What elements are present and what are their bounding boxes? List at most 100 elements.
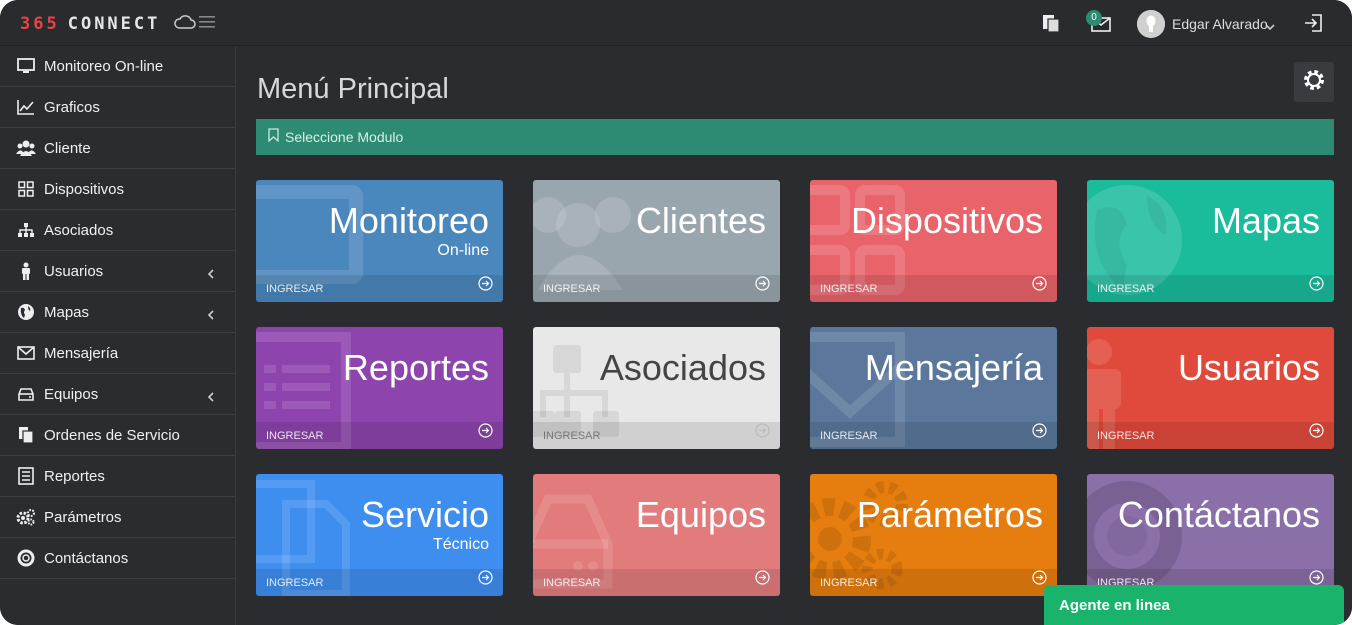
sidebar-item-ordenes[interactable]: Ordenes de Servicio bbox=[0, 415, 235, 456]
arrow-circle-right-icon[interactable] bbox=[1309, 423, 1324, 443]
tile-servicio[interactable]: Servicio Técnico INGRESAR bbox=[256, 474, 503, 596]
tile-footer[interactable]: INGRESAR bbox=[1087, 422, 1334, 449]
arrow-circle-right-icon[interactable] bbox=[1032, 423, 1047, 443]
sidebar-item-mapas[interactable]: Mapas bbox=[0, 292, 235, 333]
arrow-circle-right-icon[interactable] bbox=[478, 276, 493, 296]
avatar[interactable] bbox=[1137, 10, 1165, 38]
sidebar-item-label: Graficos bbox=[44, 98, 100, 116]
user-icon bbox=[16, 262, 36, 280]
tile-footer[interactable]: INGRESAR bbox=[256, 275, 503, 302]
sidebar-item-label: Reportes bbox=[44, 467, 105, 485]
sidebar-item-graficos[interactable]: Graficos bbox=[0, 87, 235, 128]
arrow-circle-right-icon[interactable] bbox=[1032, 276, 1047, 296]
sidebar-item-label: Mensajería bbox=[44, 344, 119, 362]
ingresar-link[interactable]: INGRESAR bbox=[1097, 430, 1154, 442]
sidebar-item-label: Equipos bbox=[44, 385, 99, 403]
ingresar-link[interactable]: INGRESAR bbox=[266, 283, 323, 295]
sidebar-item-label: Ordenes de Servicio bbox=[44, 426, 180, 444]
tile-mensajeria[interactable]: Mensajería INGRESAR bbox=[810, 327, 1057, 449]
tile-reportes[interactable]: Reportes INGRESAR bbox=[256, 327, 503, 449]
arrow-circle-right-icon[interactable] bbox=[755, 276, 770, 296]
ingresar-link[interactable]: INGRESAR bbox=[266, 577, 323, 589]
tile-title: Dispositivos bbox=[850, 200, 1043, 241]
tile-contactanos[interactable]: Contáctanos INGRESAR bbox=[1087, 474, 1334, 596]
tile-footer[interactable]: INGRESAR bbox=[533, 569, 780, 596]
message-count-badge: 0 bbox=[1086, 10, 1102, 26]
sidebar-item-label: Cliente bbox=[44, 139, 91, 157]
sidebar-item-mensajeria[interactable]: Mensajería bbox=[0, 333, 235, 374]
tile-parametros[interactable]: Parámetros INGRESAR bbox=[810, 474, 1057, 596]
cogs-icon bbox=[16, 508, 36, 526]
tile-equipos[interactable]: Equipos INGRESAR bbox=[533, 474, 780, 596]
arrow-circle-right-icon[interactable] bbox=[755, 423, 770, 443]
chevron-down-icon[interactable] bbox=[1265, 18, 1275, 36]
gear-icon bbox=[1301, 67, 1327, 98]
tile-footer[interactable]: INGRESAR bbox=[810, 569, 1057, 596]
arrow-circle-right-icon[interactable] bbox=[1309, 276, 1324, 296]
logo[interactable]: 365 CONNECT bbox=[20, 12, 197, 36]
tile-clientes[interactable]: Clientes INGRESAR bbox=[533, 180, 780, 302]
sidebar-item-usuarios[interactable]: Usuarios bbox=[0, 251, 235, 292]
module-select-bar: Seleccione Modulo bbox=[256, 119, 1334, 155]
logo-word: CONNECT bbox=[67, 14, 161, 34]
sidebar-item-label: Usuarios bbox=[44, 262, 104, 280]
sidebar-item-label: Dispositivos bbox=[44, 180, 125, 198]
sidebar-item-cliente[interactable]: Cliente bbox=[0, 128, 235, 169]
main-content: Menú Principal Seleccione Modulo Monitor… bbox=[236, 46, 1352, 625]
tile-asociados[interactable]: Asociados INGRESAR bbox=[533, 327, 780, 449]
select-module-label: Seleccione Modulo bbox=[285, 129, 404, 145]
ingresar-link[interactable]: INGRESAR bbox=[820, 430, 877, 442]
tile-dispositivos[interactable]: Dispositivos INGRESAR bbox=[810, 180, 1057, 302]
chevron-left-icon bbox=[207, 266, 215, 284]
sidebar-item-reportes[interactable]: Reportes bbox=[0, 456, 235, 497]
sidebar-item-label: Parámetros bbox=[44, 508, 122, 526]
tile-title: Mensajería bbox=[864, 347, 1043, 388]
live-agent-chat-button[interactable]: Agente en linea bbox=[1044, 585, 1344, 625]
tile-footer[interactable]: INGRESAR bbox=[810, 275, 1057, 302]
ingresar-link[interactable]: INGRESAR bbox=[820, 577, 877, 589]
sidebar-item-dispositivos[interactable]: Dispositivos bbox=[0, 169, 235, 210]
sidebar-item-asociados[interactable]: Asociados bbox=[0, 210, 235, 251]
tile-footer[interactable]: INGRESAR bbox=[810, 422, 1057, 449]
ingresar-link[interactable]: INGRESAR bbox=[543, 430, 600, 442]
documents-icon[interactable] bbox=[1041, 13, 1061, 38]
sidebar-item-parametros[interactable]: Parámetros bbox=[0, 497, 235, 538]
tile-mapas[interactable]: Mapas INGRESAR bbox=[1087, 180, 1334, 302]
tile-usuarios[interactable]: Usuarios INGRESAR bbox=[1087, 327, 1334, 449]
sidebar-item-label: Asociados bbox=[44, 221, 114, 239]
tile-subtitle: On-line bbox=[437, 242, 489, 259]
sidebar-item-label: Monitoreo On-line bbox=[44, 57, 164, 75]
chevron-left-icon bbox=[207, 389, 215, 407]
logout-icon[interactable] bbox=[1304, 13, 1324, 38]
app-frame: 365 CONNECT 0 Edgar Alvarado Monitoreo O… bbox=[0, 0, 1352, 625]
sidebar-item-monitoreo[interactable]: Monitoreo On-line bbox=[0, 46, 235, 87]
tile-footer[interactable]: INGRESAR bbox=[256, 569, 503, 596]
tile-footer[interactable]: INGRESAR bbox=[533, 422, 780, 449]
tile-footer[interactable]: INGRESAR bbox=[1087, 275, 1334, 302]
user-name[interactable]: Edgar Alvarado bbox=[1172, 16, 1268, 32]
sidebar-item-equipos[interactable]: Equipos bbox=[0, 374, 235, 415]
tile-subtitle: Técnico bbox=[432, 536, 489, 553]
ingresar-link[interactable]: INGRESAR bbox=[820, 283, 877, 295]
arrow-circle-right-icon[interactable] bbox=[755, 570, 770, 590]
tile-title: Asociados bbox=[599, 347, 766, 388]
arrow-circle-right-icon[interactable] bbox=[478, 570, 493, 590]
sidebar-item-contactanos[interactable]: Contáctanos bbox=[0, 538, 235, 579]
ingresar-link[interactable]: INGRESAR bbox=[1097, 283, 1154, 295]
tile-title: Servicio bbox=[360, 494, 489, 535]
ingresar-link[interactable]: INGRESAR bbox=[543, 577, 600, 589]
monitor-icon bbox=[16, 57, 36, 75]
tile-footer[interactable]: INGRESAR bbox=[256, 422, 503, 449]
tile-title: Usuarios bbox=[1177, 347, 1320, 388]
ingresar-link[interactable]: INGRESAR bbox=[266, 430, 323, 442]
sidebar: Monitoreo On-line Graficos Cliente Dispo… bbox=[0, 46, 236, 625]
copy-icon bbox=[16, 426, 36, 444]
globe-icon bbox=[16, 303, 36, 321]
ingresar-link[interactable]: INGRESAR bbox=[543, 283, 600, 295]
tile-footer[interactable]: INGRESAR bbox=[533, 275, 780, 302]
sidebar-item-label: Contáctanos bbox=[44, 549, 129, 567]
settings-button[interactable] bbox=[1294, 62, 1334, 102]
menu-toggle-icon[interactable] bbox=[199, 15, 215, 34]
arrow-circle-right-icon[interactable] bbox=[478, 423, 493, 443]
tile-monitoreo[interactable]: Monitoreo On-line INGRESAR bbox=[256, 180, 503, 302]
